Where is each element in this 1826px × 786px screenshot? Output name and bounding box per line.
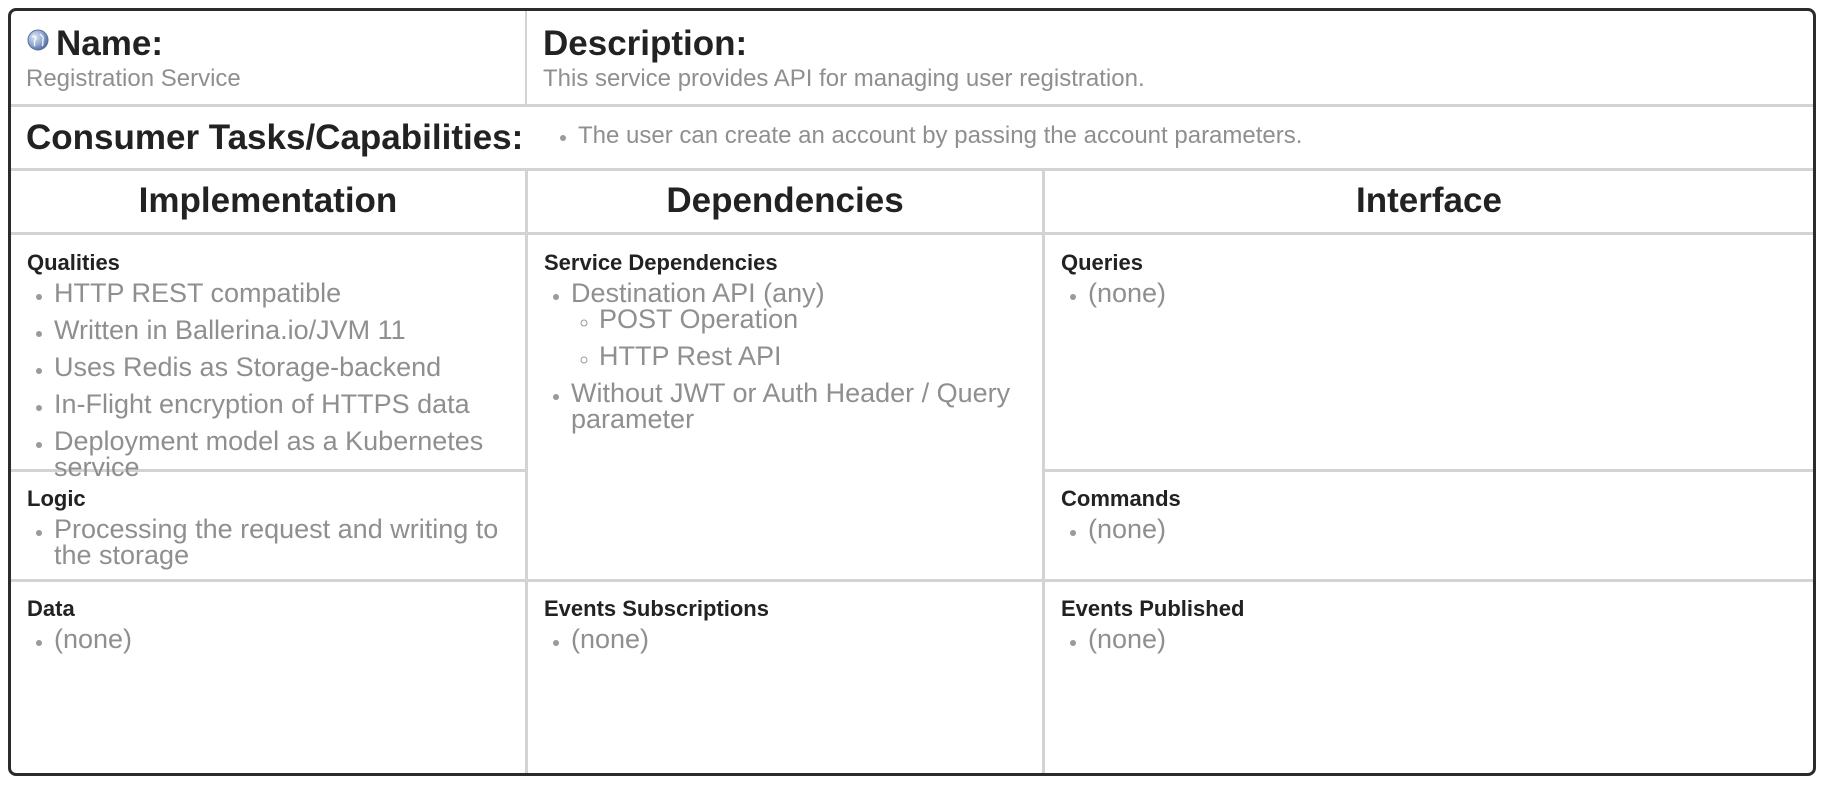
service-dependencies-list: Destination API (any) POST Operation HTT… <box>542 280 1032 443</box>
list-item: Processing the request and writing to th… <box>54 516 505 569</box>
events-published-list: (none) <box>1059 626 1779 663</box>
name-label: Name: <box>56 24 163 63</box>
events-subscriptions-section: Events Subscriptions (none) <box>528 582 1042 773</box>
list-item: HTTP Rest API <box>599 343 1032 370</box>
list-item: Written in Ballerina.io/JVM 11 <box>54 317 505 344</box>
list-item: Without JWT or Auth Header / Query param… <box>571 380 1032 433</box>
list-item: (none) <box>54 626 505 653</box>
list-item: (none) <box>1088 626 1779 653</box>
events-subscriptions-list: (none) <box>542 626 1022 663</box>
service-canvas-card: Name: Registration Service Description: … <box>8 8 1816 776</box>
service-dependencies-section: Service Dependencies Destination API (an… <box>528 235 1042 579</box>
commands-list: (none) <box>1059 516 1779 553</box>
column-heading-dependencies: Dependencies <box>666 181 904 220</box>
qualities-list: HTTP REST compatible Written in Ballerin… <box>25 280 505 491</box>
qualities-title: Qualities <box>27 250 120 275</box>
list-item: The user can create an account by passin… <box>578 122 1789 150</box>
column-heading-interface: Interface <box>1356 181 1502 220</box>
logic-section: Logic Processing the request and writing… <box>11 472 525 579</box>
globe-icon <box>27 29 49 51</box>
consumer-cell: Consumer Tasks/Capabilities: The user ca… <box>11 107 1813 168</box>
list-item: Uses Redis as Storage-backend <box>54 354 505 381</box>
events-subscriptions-title: Events Subscriptions <box>544 596 769 621</box>
commands-title: Commands <box>1061 486 1181 511</box>
list-item: (none) <box>571 626 1022 653</box>
page: Name: Registration Service Description: … <box>0 0 1826 786</box>
queries-section: Queries (none) <box>1045 235 1813 469</box>
commands-section: Commands (none) <box>1045 472 1813 579</box>
events-published-section: Events Published (none) <box>1045 582 1813 773</box>
description-value: This service provides API for managing u… <box>543 65 1145 92</box>
logic-list: Processing the request and writing to th… <box>25 516 505 579</box>
sub-list: POST Operation HTTP Rest API <box>571 306 1032 370</box>
list-item: POST Operation <box>599 306 1032 333</box>
list-item: (none) <box>1088 516 1779 543</box>
queries-title: Queries <box>1061 250 1143 275</box>
data-section: Data (none) <box>11 582 525 773</box>
name-value: Registration Service <box>26 65 241 92</box>
list-item: HTTP REST compatible <box>54 280 505 307</box>
list-item: (none) <box>1088 280 1779 307</box>
list-item: In-Flight encryption of HTTPS data <box>54 391 505 418</box>
logic-title: Logic <box>27 486 86 511</box>
consumer-label: Consumer Tasks/Capabilities: <box>26 118 524 157</box>
description-cell: Description: This service provides API f… <box>527 11 1813 104</box>
queries-list: (none) <box>1059 280 1779 317</box>
data-list: (none) <box>25 626 505 663</box>
description-label: Description: <box>543 24 748 63</box>
service-dependencies-title: Service Dependencies <box>544 250 778 275</box>
list-item: Destination API (any) POST Operation HTT… <box>571 280 1032 370</box>
name-cell: Name: Registration Service <box>11 11 525 104</box>
consumer-list: The user can create an account by passin… <box>549 122 1789 161</box>
qualities-section: Qualities HTTP REST compatible Written i… <box>11 235 525 481</box>
events-published-title: Events Published <box>1061 596 1245 621</box>
data-title: Data <box>27 596 75 621</box>
column-heading-implementation: Implementation <box>138 181 398 220</box>
divider-consumer <box>11 168 1813 171</box>
